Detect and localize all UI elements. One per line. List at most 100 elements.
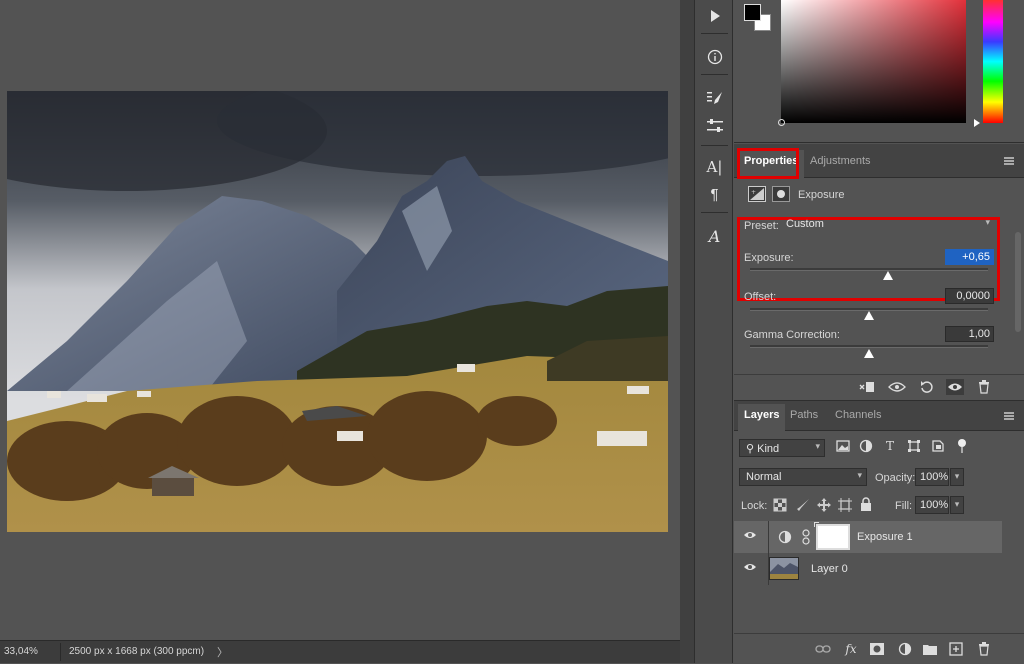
toggle-visibility-icon[interactable] — [946, 379, 964, 395]
chevron-down-icon: ▾ — [985, 217, 990, 227]
layer-effects-fx-icon[interactable]: fx — [842, 641, 860, 657]
document-image[interactable] — [7, 91, 668, 532]
panel-icon-column: A| ¶ A — [694, 0, 733, 663]
mask-icon[interactable] — [772, 186, 790, 202]
preset-label: Preset: — [744, 220, 779, 232]
foreground-color-swatch[interactable] — [744, 4, 761, 21]
layer-row-layer-0[interactable]: Layer 0 — [734, 553, 1002, 585]
saturation-brightness-field[interactable] — [781, 0, 966, 123]
document-canvas-area[interactable] — [0, 0, 680, 640]
filter-shape-icon[interactable] — [906, 438, 922, 454]
actions-play-icon[interactable] — [700, 4, 729, 28]
scrollbar-thumb[interactable] — [1015, 232, 1021, 332]
layers-tabbar: Layers Paths Channels — [734, 401, 1024, 431]
layer-visibility-eye-icon[interactable] — [742, 529, 758, 545]
blend-mode-dropdown[interactable]: Normal ▾ — [739, 468, 867, 486]
adjustment-sliders-icon[interactable] — [700, 114, 729, 138]
panel-gutter — [680, 0, 694, 663]
right-panel-dock: Properties Adjustments + Exposure Preset… — [734, 0, 1024, 664]
gamma-slider[interactable] — [750, 345, 988, 348]
tab-layers[interactable]: Layers — [738, 404, 786, 431]
reset-icon[interactable] — [918, 379, 936, 395]
lock-transparent-pixels-icon[interactable] — [773, 498, 787, 512]
layers-footer: fx — [734, 633, 1024, 664]
lock-all-icon[interactable] — [860, 497, 872, 512]
layer-name[interactable]: Layer 0 — [811, 563, 848, 575]
status-bar: 33,04% 2500 px x 1668 px (300 ppcm) 〉 — [0, 640, 680, 663]
preset-dropdown[interactable]: Custom ▾ — [782, 217, 994, 233]
status-menu-chevron-icon[interactable]: 〉 — [217, 644, 228, 660]
filter-toggle-icon[interactable] — [954, 438, 970, 454]
new-adjustment-layer-icon[interactable] — [896, 641, 914, 657]
filter-kind-label: Kind — [757, 443, 780, 455]
fill-input[interactable]: 100% — [915, 496, 949, 514]
layer-filter-dropdown[interactable]: ⚲ Kind ▾ — [739, 439, 825, 457]
filter-pixel-icon[interactable] — [835, 438, 851, 454]
document-info[interactable]: 2500 px x 1668 px (300 ppcm) — [60, 643, 230, 661]
preset-value: Custom — [786, 218, 824, 230]
color-picker-panel — [734, 0, 1024, 143]
properties-footer — [734, 374, 1024, 398]
filter-type-icon[interactable]: T — [882, 438, 898, 454]
opacity-input[interactable]: 100% — [915, 468, 949, 486]
delete-layer-icon[interactable] — [975, 641, 993, 657]
info-icon[interactable] — [700, 45, 729, 69]
tab-adjustments[interactable]: Adjustments — [804, 150, 877, 178]
lock-position-icon[interactable] — [817, 498, 831, 512]
new-layer-icon[interactable] — [947, 641, 965, 657]
opacity-label: Opacity: — [875, 472, 916, 484]
blend-mode-value: Normal — [746, 471, 782, 483]
panel-menu-icon[interactable] — [1004, 412, 1014, 420]
glyphs-panel-icon[interactable]: A — [700, 224, 729, 248]
exposure-layer-icon — [778, 530, 792, 544]
layer-mask-thumbnail[interactable] — [814, 522, 850, 550]
layer-name[interactable]: Exposure 1 — [857, 531, 913, 543]
tab-paths[interactable]: Paths — [784, 404, 824, 432]
exposure-slider[interactable] — [750, 268, 988, 271]
layers-scrollbar[interactable] — [1012, 519, 1024, 629]
filter-adjustment-icon[interactable] — [858, 438, 874, 454]
character-panel-icon[interactable]: A| — [700, 155, 729, 179]
highlight-properties-tab — [737, 148, 799, 179]
lock-image-pixels-icon[interactable] — [796, 498, 810, 512]
mask-link-icon[interactable] — [802, 529, 810, 545]
exposure-slider-thumb[interactable] — [883, 271, 894, 280]
offset-input[interactable]: 0,0000 — [945, 288, 994, 304]
gamma-slider-thumb[interactable] — [864, 349, 874, 358]
chevron-down-icon: ▾ — [857, 470, 862, 480]
tab-channels[interactable]: Channels — [829, 404, 887, 432]
exposure-label: Exposure: — [744, 252, 794, 264]
panel-menu-icon[interactable] — [1004, 157, 1014, 165]
lock-artboard-icon[interactable] — [838, 498, 852, 512]
color-picker-cursor-icon[interactable] — [778, 119, 785, 126]
layer-row-exposure-1[interactable]: Exposure 1 — [734, 521, 1002, 553]
add-mask-icon[interactable] — [868, 641, 886, 657]
fill-label: Fill: — [895, 500, 913, 512]
clip-to-layer-icon[interactable] — [858, 379, 876, 395]
brush-settings-icon[interactable] — [700, 86, 729, 110]
search-icon: ⚲ — [746, 443, 755, 455]
exposure-input[interactable]: +0,65 — [945, 249, 994, 265]
properties-scrollbar[interactable] — [1012, 222, 1024, 372]
lock-label: Lock: — [741, 500, 768, 512]
view-previous-state-icon[interactable] — [888, 379, 906, 395]
hue-slider-arrow-icon[interactable] — [974, 119, 980, 127]
fill-dropdown-chevron-icon[interactable]: ▾ — [950, 496, 964, 514]
link-layers-icon[interactable] — [814, 641, 832, 657]
layer-visibility-eye-icon[interactable] — [742, 561, 758, 577]
offset-slider-thumb[interactable] — [864, 311, 874, 320]
new-group-folder-icon[interactable] — [921, 641, 939, 657]
gamma-label: Gamma Correction: — [744, 329, 840, 341]
paragraph-panel-icon[interactable]: ¶ — [700, 182, 729, 206]
adjustment-name: Exposure — [798, 189, 845, 201]
offset-label: Offset: — [744, 291, 777, 303]
delete-icon[interactable] — [975, 379, 993, 395]
gamma-input[interactable]: 1,00 — [945, 326, 994, 342]
exposure-adjustment-icon: + — [748, 186, 766, 202]
hue-slider[interactable] — [983, 0, 1003, 123]
properties-panel: Properties Adjustments + Exposure Preset… — [734, 144, 1024, 399]
filter-smart-object-icon[interactable] — [930, 438, 946, 454]
opacity-dropdown-chevron-icon[interactable]: ▾ — [950, 468, 964, 486]
layer-image-thumbnail[interactable] — [769, 557, 799, 580]
zoom-level[interactable]: 33,04% — [4, 646, 38, 657]
